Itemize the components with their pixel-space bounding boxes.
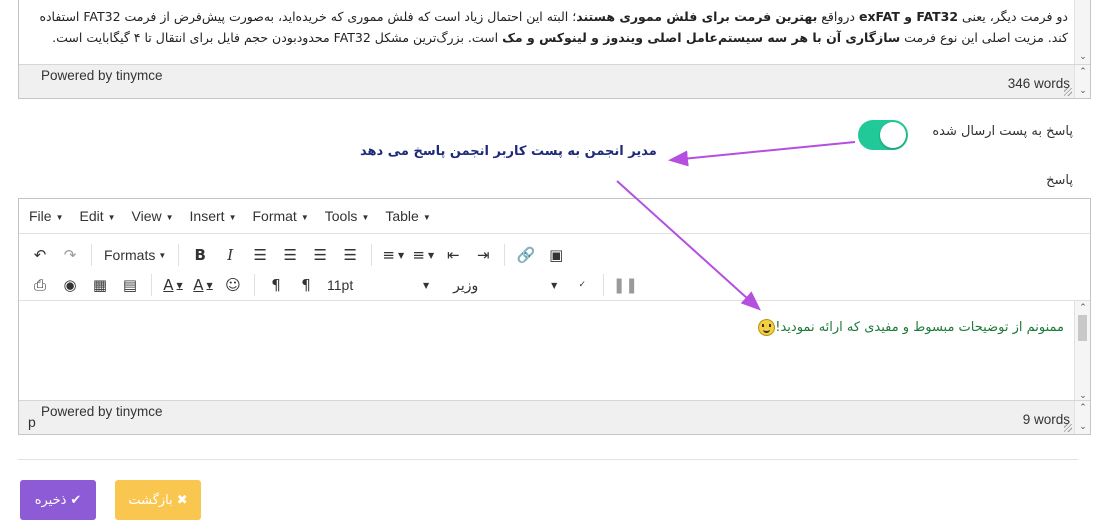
ltr-icon[interactable]: ¶ <box>263 272 289 298</box>
reply-content[interactable]: ممنونم از توضیحات مبسوط و مفیدی که ارائه… <box>756 319 1064 336</box>
text-line-1: دو فرمت دیگر، یعنی FAT32 و exFAT درواقع … <box>39 9 1068 24</box>
scroll-down-arrow-icon[interactable]: ⌄ <box>1075 52 1091 62</box>
reply-label: پاسخ <box>1046 173 1073 188</box>
content-scrollbar[interactable]: ⌃ ⌄ <box>1074 301 1090 403</box>
chevron-down-icon: ▼ <box>300 212 309 222</box>
top-editor-text[interactable]: دو فرمت دیگر، یعنی FAT32 و exFAT درواقع … <box>27 6 1068 48</box>
editor-toolbar-row-2: ⎙ ◉ ▦ ▤ A ▼ A ▼ ☺ ¶ ¶ 11pt ▼ وزیر ▼ ✓ ❚❚ <box>19 269 1090 301</box>
reply-toggle-switch[interactable] <box>858 120 908 150</box>
bold-icon[interactable]: B <box>187 242 213 268</box>
media-icon[interactable]: ▦ <box>87 272 113 298</box>
scroll-up-arrow-icon[interactable]: ⌃ <box>1075 403 1091 413</box>
link-icon[interactable]: 🔗 <box>513 242 539 268</box>
powered-by-label[interactable]: Powered by tinymce <box>41 68 163 83</box>
pagebreak-icon[interactable]: ❚❚ <box>612 272 638 298</box>
image-icon[interactable]: ▣ <box>543 242 569 268</box>
toggle-knob <box>880 122 906 148</box>
chevron-down-icon: ▼ <box>165 212 174 222</box>
scrollbar-thumb[interactable] <box>1078 315 1087 341</box>
background-color-icon[interactable]: A ▼ <box>190 272 216 298</box>
editor-content-area[interactable]: ممنونم از توضیحات مبسوط و مفیدی که ارائه… <box>19 300 1090 403</box>
menu-edit[interactable]: Edit ▼ <box>79 208 115 224</box>
statusbar-scrollbar[interactable]: ⌃ ⌄ <box>1074 401 1090 434</box>
font-size-select[interactable]: 11pt <box>323 272 411 298</box>
rtl-icon[interactable]: ¶ <box>293 272 319 298</box>
top-editor-scrollbar[interactable]: ⌄ <box>1074 0 1090 64</box>
text-color-icon[interactable]: A ▼ <box>160 272 186 298</box>
scroll-down-arrow-icon[interactable]: ⌄ <box>1075 422 1091 432</box>
chevron-down-icon: ▼ <box>361 212 370 222</box>
numbered-list-icon[interactable]: ≡ ▼ <box>410 242 436 268</box>
annotation-arrow-to-label <box>668 141 856 167</box>
preview-icon[interactable]: ◉ <box>57 272 83 298</box>
emoticon-icon[interactable]: ☺ <box>220 272 246 298</box>
word-count: 9 words <box>1022 412 1070 427</box>
resize-handle-icon[interactable] <box>1064 424 1072 432</box>
chevron-down-icon: ▼ <box>176 280 183 290</box>
justify-icon[interactable]: ☰ <box>337 242 363 268</box>
toolbar-separator <box>504 244 506 266</box>
italic-icon[interactable]: I <box>217 242 243 268</box>
word-count: 346 words <box>1007 76 1070 91</box>
chevron-down-icon: ▼ <box>397 250 405 260</box>
print-icon[interactable]: ⎙ <box>27 272 53 298</box>
chevron-down-icon: ▼ <box>107 212 116 222</box>
chevron-down-icon: ▼ <box>427 250 435 260</box>
menu-format[interactable]: Format ▼ <box>252 208 308 224</box>
form-divider <box>18 459 1078 460</box>
top-editor[interactable]: دو فرمت دیگر، یعنی FAT32 و exFAT درواقع … <box>18 0 1091 99</box>
powered-by-label[interactable]: Powered by tinymce <box>41 404 163 419</box>
menu-file[interactable]: File ▼ <box>29 208 63 224</box>
scroll-down-arrow-icon[interactable]: ⌄ <box>1075 86 1091 96</box>
reply-editor[interactable]: File ▼ Edit ▼ View ▼ Insert ▼ Format ▼ Tools ▼… <box>18 198 1091 435</box>
chevron-down-icon: ▼ <box>206 280 213 290</box>
save-button[interactable]: ✔ ذخیره <box>20 480 96 520</box>
formats-dropdown[interactable]: Formats ▼ <box>100 242 170 268</box>
toolbar-separator <box>254 274 255 296</box>
text-line-2: کند. مزیت اصلی این نوع فرمت سازگاری آن ب… <box>52 30 1068 45</box>
top-editor-statusbar: Powered by tinymce 346 words ⌃ ⌄ <box>19 64 1090 98</box>
editor-toolbar-row-1: ↶ ↷ Formats ▼ B I ☰ ☰ ☰ ☰ ≡ ▼ ≡ ▼ ⇤ ⇥ 🔗 ▣ <box>19 239 1090 271</box>
back-button[interactable]: ✖ بازگشت <box>115 480 201 520</box>
align-right-icon[interactable]: ☰ <box>307 242 333 268</box>
undo-icon[interactable]: ↶ <box>27 242 53 268</box>
resize-handle-icon[interactable] <box>1064 88 1072 96</box>
editor-menubar: File ▼ Edit ▼ View ▼ Insert ▼ Format ▼ Tools ▼… <box>19 199 1090 234</box>
chevron-down-icon: ▼ <box>551 280 558 290</box>
chevron-down-icon: ▼ <box>423 280 430 290</box>
editor-statusbar: p Powered by tinymce 9 words ⌃ ⌄ <box>19 400 1090 434</box>
scroll-up-arrow-icon[interactable]: ⌃ <box>1075 67 1091 77</box>
spellcheck-icon[interactable]: ✓ <box>569 272 595 298</box>
smiley-emoticon-icon <box>758 319 776 336</box>
toolbar-separator <box>603 274 605 296</box>
element-path[interactable]: p <box>28 414 36 430</box>
menu-table[interactable]: Table ▼ <box>385 208 430 224</box>
toolbar-separator <box>91 244 92 266</box>
chevron-down-icon: ▼ <box>422 212 431 222</box>
close-icon: ✖ <box>176 492 188 508</box>
toolbar-separator <box>178 244 180 266</box>
align-center-icon[interactable]: ☰ <box>277 242 303 268</box>
menu-insert[interactable]: Insert ▼ <box>190 208 237 224</box>
toolbar-separator <box>151 274 152 296</box>
chevron-down-icon: ▼ <box>55 212 64 222</box>
statusbar-scrollbar[interactable]: ⌃ ⌄ <box>1074 65 1090 98</box>
bullet-list-icon[interactable]: ≡ ▼ <box>380 242 406 268</box>
indent-icon[interactable]: ⇥ <box>470 242 496 268</box>
outdent-icon[interactable]: ⇤ <box>440 242 466 268</box>
menu-view[interactable]: View ▼ <box>132 208 174 224</box>
toolbar-separator <box>371 244 373 266</box>
annotation-text: مدیر انجمن به پست کاربر انجمن پاسخ می ده… <box>360 144 657 159</box>
redo-icon[interactable]: ↷ <box>57 242 83 268</box>
check-icon: ✔ <box>70 492 82 508</box>
chevron-down-icon: ▼ <box>158 250 167 260</box>
scroll-up-arrow-icon[interactable]: ⌃ <box>1075 303 1091 313</box>
align-left-icon[interactable]: ☰ <box>247 242 273 268</box>
menu-tools[interactable]: Tools ▼ <box>325 208 370 224</box>
chevron-down-icon: ▼ <box>228 212 237 222</box>
font-family-select[interactable]: وزیر <box>449 272 543 298</box>
map-icon[interactable]: ▤ <box>117 272 143 298</box>
toggle-label: پاسخ به پست ارسال شده <box>932 124 1073 139</box>
